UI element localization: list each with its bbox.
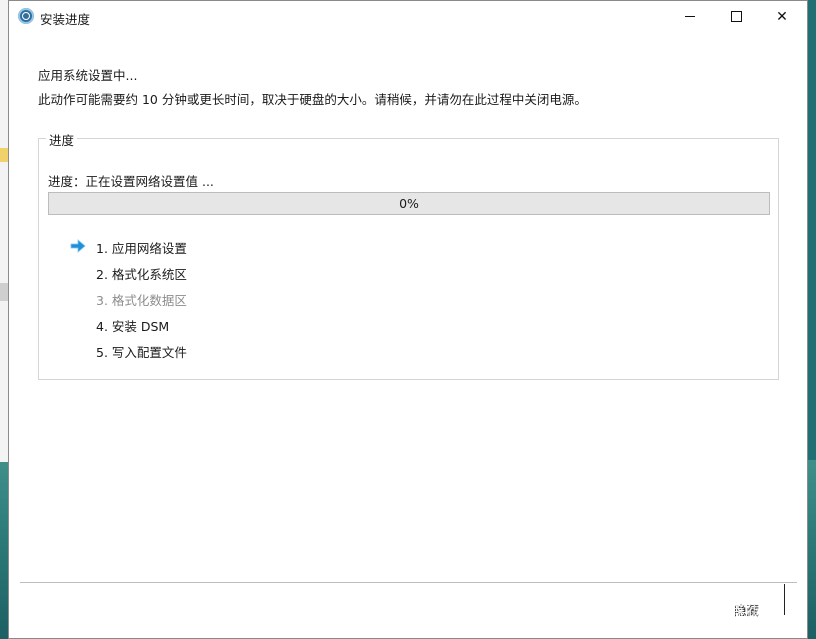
- maximize-button[interactable]: [713, 1, 759, 32]
- step-4: 4. 安装 DSM: [96, 319, 170, 334]
- step-3: 3. 格式化数据区: [96, 293, 187, 308]
- watermark: 值 什么值得买: [650, 596, 786, 626]
- minimize-button[interactable]: [667, 1, 713, 32]
- watermark-text: 什么值得买: [686, 601, 787, 624]
- progress-percent: 0%: [399, 196, 419, 211]
- synology-assistant-icon: [18, 8, 34, 24]
- window-title: 安装进度: [40, 12, 91, 27]
- status-message: 应用系统设置中...: [38, 68, 138, 83]
- progress-groupbox: 进度 进度：正在设置网络设置值 ... 0% 1. 应用网络设置 2. 格式化系…: [38, 130, 779, 380]
- install-progress-dialog: 安装进度 ✕ 应用系统设置中... 此动作可能需要约 10 分钟或更长时间，取决…: [8, 0, 808, 639]
- progress-status: 进度：正在设置网络设置值 ...: [48, 174, 214, 189]
- group-legend: 进度: [46, 130, 78, 149]
- progress-bar: 0%: [48, 192, 770, 215]
- close-icon: ✕: [776, 8, 788, 25]
- step-5: 5. 写入配置文件: [96, 345, 187, 360]
- background-folder-strip: [0, 148, 8, 162]
- close-button[interactable]: ✕: [759, 1, 805, 32]
- minimize-icon: [685, 16, 695, 17]
- maximize-icon: [730, 11, 742, 22]
- title-bar[interactable]: 安装进度 ✕: [9, 1, 807, 32]
- current-step-arrow-icon: [70, 239, 86, 253]
- info-message: 此动作可能需要约 10 分钟或更长时间，取决于硬盘的大小。请稍候，并请勿在此过程…: [38, 92, 587, 107]
- footer-divider: [20, 582, 797, 583]
- watermark-logo-icon: 值: [650, 597, 678, 625]
- step-2: 2. 格式化系统区: [96, 267, 187, 282]
- step-1: 1. 应用网络设置: [96, 241, 187, 256]
